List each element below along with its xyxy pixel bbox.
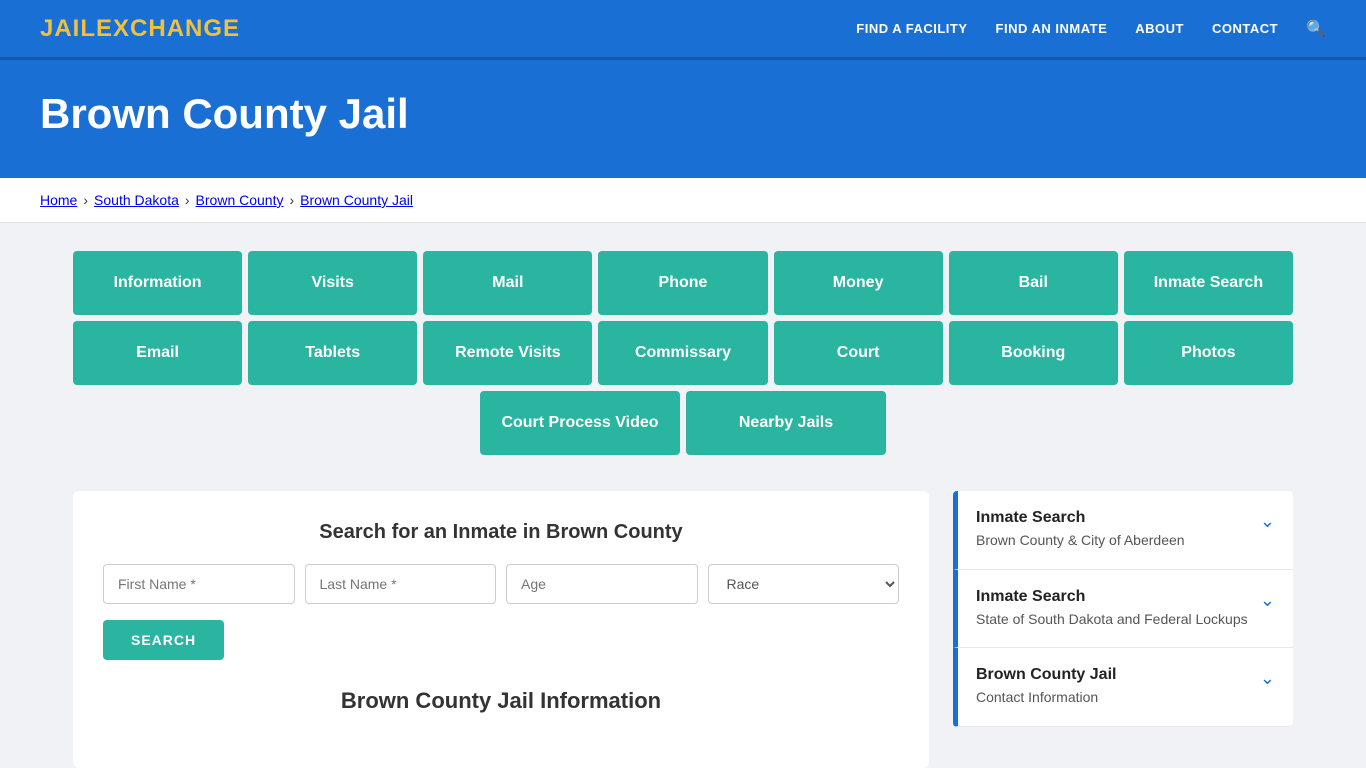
- sidebar-card-2-title: Inmate Search: [976, 588, 1248, 606]
- page-title: Brown County Jail: [40, 90, 1326, 138]
- btn-phone[interactable]: Phone: [598, 251, 767, 315]
- jail-info-heading: Brown County Jail Information: [103, 688, 899, 718]
- sidebar-card-contact-info[interactable]: Brown County Jail Contact Information ⌄: [953, 648, 1293, 727]
- breadcrumb-home[interactable]: Home: [40, 192, 77, 208]
- breadcrumb-sep-3: ›: [289, 192, 294, 208]
- btn-commissary[interactable]: Commissary: [598, 321, 767, 385]
- search-panel: Search for an Inmate in Brown County Rac…: [73, 491, 929, 768]
- sidebar-card-3-title: Brown County Jail: [976, 666, 1116, 684]
- button-grid-row3: Court Process Video Nearby Jails: [73, 391, 1293, 455]
- btn-court[interactable]: Court: [774, 321, 943, 385]
- logo-exchange: EXCHANGE: [96, 15, 240, 42]
- age-input[interactable]: [506, 564, 698, 604]
- sidebar-card-2-subtitle: State of South Dakota and Federal Lockup…: [976, 610, 1248, 630]
- button-grid-row1: Information Visits Mail Phone Money Bail…: [73, 251, 1293, 315]
- sidebar-card-inmate-search-state[interactable]: Inmate Search State of South Dakota and …: [953, 570, 1293, 649]
- breadcrumb-sep-2: ›: [185, 192, 190, 208]
- chevron-down-icon-3: ⌄: [1260, 668, 1275, 689]
- btn-remote-visits[interactable]: Remote Visits: [423, 321, 592, 385]
- btn-photos[interactable]: Photos: [1124, 321, 1293, 385]
- btn-email[interactable]: Email: [73, 321, 242, 385]
- sidebar-card-1-title: Inmate Search: [976, 509, 1185, 527]
- main-header: JAILEXCHANGE FIND A FACILITY FIND AN INM…: [0, 0, 1366, 60]
- btn-information[interactable]: Information: [73, 251, 242, 315]
- btn-tablets[interactable]: Tablets: [248, 321, 417, 385]
- race-select[interactable]: Race: [708, 564, 900, 604]
- btn-inmate-search[interactable]: Inmate Search: [1124, 251, 1293, 315]
- chevron-down-icon-2: ⌄: [1260, 590, 1275, 611]
- last-name-input[interactable]: [305, 564, 497, 604]
- breadcrumb-brown-county-jail[interactable]: Brown County Jail: [300, 192, 413, 208]
- sidebar-card-1-subtitle: Brown County & City of Aberdeen: [976, 531, 1185, 551]
- btn-court-process-video[interactable]: Court Process Video: [480, 391, 680, 455]
- logo-jail: JAIL: [40, 15, 96, 42]
- nav-about[interactable]: ABOUT: [1135, 21, 1184, 36]
- search-button[interactable]: SEARCH: [103, 620, 224, 660]
- button-grid-section: Information Visits Mail Phone Money Bail…: [73, 223, 1293, 481]
- btn-booking[interactable]: Booking: [949, 321, 1118, 385]
- sidebar-card-3-subtitle: Contact Information: [976, 688, 1116, 708]
- sidebar-card-inmate-search-brown[interactable]: Inmate Search Brown County & City of Abe…: [953, 491, 1293, 570]
- nav-contact[interactable]: CONTACT: [1212, 21, 1278, 36]
- hero-section: Brown County Jail: [0, 60, 1366, 178]
- site-logo[interactable]: JAILEXCHANGE: [40, 15, 240, 43]
- breadcrumb-south-dakota[interactable]: South Dakota: [94, 192, 179, 208]
- btn-bail[interactable]: Bail: [949, 251, 1118, 315]
- first-name-input[interactable]: [103, 564, 295, 604]
- chevron-down-icon-1: ⌄: [1260, 511, 1275, 532]
- search-inputs: Race: [103, 564, 899, 604]
- btn-mail[interactable]: Mail: [423, 251, 592, 315]
- breadcrumb-brown-county[interactable]: Brown County: [196, 192, 284, 208]
- main-nav: FIND A FACILITY FIND AN INMATE ABOUT CON…: [856, 19, 1326, 39]
- sidebar: Inmate Search Brown County & City of Abe…: [953, 491, 1293, 768]
- btn-visits[interactable]: Visits: [248, 251, 417, 315]
- breadcrumb-sep-1: ›: [83, 192, 88, 208]
- btn-money[interactable]: Money: [774, 251, 943, 315]
- btn-nearby-jails[interactable]: Nearby Jails: [686, 391, 886, 455]
- breadcrumb: Home › South Dakota › Brown County › Bro…: [0, 178, 1366, 223]
- lower-section: Search for an Inmate in Brown County Rac…: [73, 491, 1293, 768]
- nav-find-inmate[interactable]: FIND AN INMATE: [996, 21, 1108, 36]
- search-heading: Search for an Inmate in Brown County: [103, 521, 899, 544]
- search-icon[interactable]: 🔍: [1306, 19, 1326, 39]
- nav-find-facility[interactable]: FIND A FACILITY: [856, 21, 967, 36]
- button-grid-row2: Email Tablets Remote Visits Commissary C…: [73, 321, 1293, 385]
